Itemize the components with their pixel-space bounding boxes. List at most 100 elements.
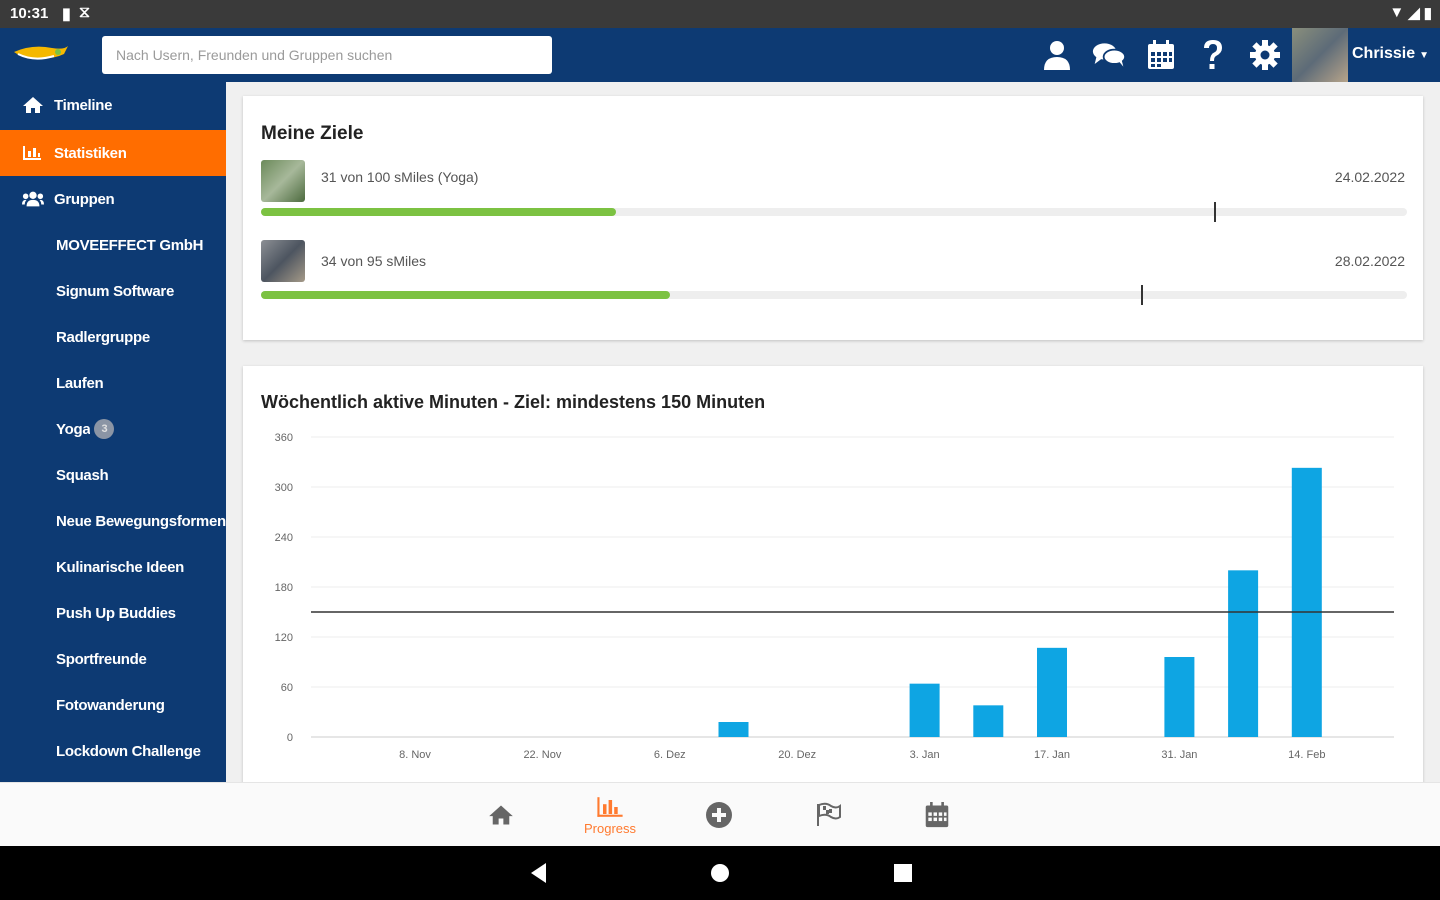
sidebar-group-moveeffect[interactable]: MOVEEFFECT GmbH [0, 222, 226, 268]
help-icon[interactable] [1196, 38, 1230, 72]
signal-icon: ◢ [1408, 5, 1420, 22]
progress-icon [597, 796, 623, 817]
x-tick-label: 31. Jan [1161, 749, 1197, 761]
sidebar-group-label: Radlergruppe [56, 328, 150, 346]
bottom-nav-challenges[interactable] [788, 783, 868, 847]
users-icon [22, 190, 44, 208]
bottom-nav-home[interactable] [461, 783, 541, 847]
status-time: 10:31 [10, 5, 49, 22]
sidebar-item-label: Gruppen [54, 190, 115, 208]
goal-progress-bar [261, 285, 1407, 305]
sidebar-group-label: Squash [56, 466, 109, 484]
home-circle-icon[interactable] [710, 861, 730, 885]
app-logo[interactable] [12, 42, 70, 68]
goal-progress-fill [261, 291, 671, 299]
sidebar-group-fotowanderung[interactable]: Fotowanderung [0, 682, 226, 728]
user-name-label: Chrissie [1352, 45, 1416, 62]
goals-title: Meine Ziele [261, 123, 364, 144]
sidebar-group-yoga[interactable]: Yoga 3 [0, 406, 226, 452]
chevron-down-icon: ▼ [1419, 50, 1430, 61]
bar-chart-icon [22, 145, 44, 161]
goal-time-marker [1141, 285, 1144, 305]
sidebar-group-neue-bewegungsformen[interactable]: Neue Bewegungsformen [0, 498, 226, 544]
sd-card-icon: ▮ [62, 6, 71, 23]
chart-bar [1228, 570, 1259, 737]
goal-thumbnail [261, 240, 305, 282]
bottom-nav-calendar[interactable] [897, 783, 977, 847]
sidebar-group-squash[interactable]: Squash [0, 452, 226, 498]
x-tick-label: 20. Dez [778, 749, 816, 761]
status-icons-right: ▼ ◢ ▮ [1389, 4, 1432, 22]
notification-badge: 3 [94, 419, 115, 439]
avatar[interactable] [1292, 28, 1348, 82]
chart-bar [973, 705, 1004, 737]
sidebar-group-label: Kulinarische Ideen [56, 558, 184, 576]
user-menu[interactable]: Chrissie ▼ [1352, 45, 1429, 63]
add-icon [706, 802, 732, 828]
sidebar-group-lockdown-challenge[interactable]: Lockdown Challenge [0, 728, 226, 774]
sidebar-group-radlergruppe[interactable]: Radlergruppe [0, 314, 226, 360]
home-icon [489, 805, 513, 825]
y-tick-label: 300 [275, 482, 293, 494]
sidebar-item-timeline[interactable]: Timeline [0, 82, 226, 128]
sidebar-item-label: Statistiken [54, 144, 127, 162]
bottom-nav-progress[interactable]: Progress [570, 783, 650, 847]
sidebar-group-label: Yoga [56, 420, 91, 438]
goal-text: 31 von 100 sMiles (Yoga) [321, 169, 479, 185]
sidebar-group-laufen[interactable]: Laufen [0, 360, 226, 406]
search-input[interactable] [102, 36, 552, 74]
sidebar-group-push-up-buddies[interactable]: Push Up Buddies [0, 590, 226, 636]
y-tick-label: 360 [275, 432, 293, 444]
sidebar-group-label: Lockdown Challenge [56, 742, 201, 760]
y-tick-label: 0 [287, 732, 293, 744]
app-header: Chrissie▼ [0, 28, 1440, 82]
flag-icon [817, 802, 841, 826]
battery-icon: ▮ [1423, 5, 1432, 22]
weekly-minutes-card: Wöchentlich aktive Minuten - Ziel: minde… [243, 366, 1423, 786]
goal-date: 28.02.2022 [1334, 253, 1405, 269]
home-icon [22, 96, 44, 114]
x-tick-label: 17. Jan [1034, 749, 1070, 761]
sidebar-group-sportfreunde[interactable]: Sportfreunde [0, 636, 226, 682]
settings-icon[interactable] [1248, 38, 1282, 72]
bottom-navigation: Progress [0, 782, 1440, 847]
bottom-nav-label: Progress [583, 820, 637, 836]
sidebar-group-label: Fotowanderung [56, 696, 165, 714]
sidebar-group-label: Push Up Buddies [56, 604, 176, 622]
sidebar-group-label: Signum Software [56, 282, 175, 300]
header-icons [1040, 28, 1282, 82]
status-icons-left: ▮ ⧖ [62, 4, 90, 24]
y-tick-label: 240 [275, 532, 293, 544]
system-navigation-bar [0, 846, 1440, 900]
status-bar: 10:31 ▮ ⧖ ▼ ◢ ▮ [0, 0, 1440, 28]
sidebar-item-statistiken[interactable]: Statistiken [0, 130, 226, 176]
x-tick-label: 14. Feb [1288, 749, 1325, 761]
chart-bar [1037, 647, 1067, 737]
goal-text: 34 von 95 sMiles [321, 253, 427, 269]
bottom-nav-add[interactable] [679, 783, 759, 847]
y-tick-label: 60 [281, 682, 293, 694]
back-icon[interactable] [528, 861, 548, 885]
sidebar: Timeline Statistiken Gruppen MOVEEFFECT … [0, 82, 226, 782]
goal-thumbnail [261, 160, 305, 202]
sidebar-group-label: Neue Bewegungsformen [56, 512, 226, 530]
x-tick-label: 22. Nov [523, 749, 561, 761]
chart-bar [1291, 467, 1322, 737]
calendar-icon[interactable] [1144, 38, 1178, 72]
sidebar-group-signum[interactable]: Signum Software [0, 268, 226, 314]
goal-progress-fill [261, 208, 617, 216]
chart-bar [909, 683, 940, 737]
sidebar-group-kulinarische-ideen[interactable]: Kulinarische Ideen [0, 544, 226, 590]
sidebar-item-gruppen[interactable]: Gruppen [0, 176, 226, 222]
x-tick-label: 6. Dez [654, 749, 686, 761]
y-tick-label: 120 [275, 632, 293, 644]
weekly-minutes-chart: 0 60 120 180 240 300 360 8. Nov 22. Nov 6. Dez 20.… [275, 432, 1394, 761]
goals-card: Meine Ziele 31 von 100 sMiles (Yoga) 24.… [243, 96, 1423, 340]
goal-progress-bar [261, 202, 1407, 222]
user-icon[interactable] [1040, 38, 1074, 72]
sidebar-group-label: MOVEEFFECT GmbH [56, 236, 204, 254]
chart-bar [1164, 657, 1195, 737]
recents-icon[interactable] [893, 861, 913, 885]
x-tick-label: 3. Jan [910, 749, 940, 761]
chat-icon[interactable] [1092, 38, 1126, 72]
